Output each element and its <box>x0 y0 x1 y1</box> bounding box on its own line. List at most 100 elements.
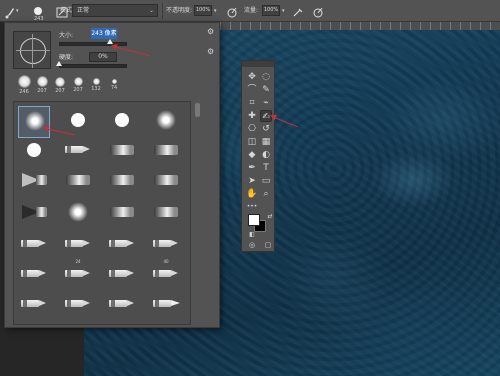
brush-preset[interactable] <box>106 230 138 262</box>
lasso-tool-icon[interactable]: ⌒ <box>246 84 258 96</box>
brush-tip-icon <box>36 76 48 87</box>
dodge-tool-icon[interactable]: ◐ <box>260 149 272 161</box>
brush-preset[interactable] <box>150 290 182 322</box>
eraser-tool-icon[interactable]: ◫ <box>246 136 258 148</box>
flow-input[interactable]: 100% <box>262 5 280 16</box>
history-brush-tool-icon[interactable]: ↺ <box>260 123 272 135</box>
brush-tool-icon[interactable] <box>4 4 16 19</box>
bristle-brush-icon <box>154 175 178 185</box>
pencil-brush-icon <box>109 270 135 277</box>
pencil-brush-icon <box>109 240 135 247</box>
brush-preset[interactable] <box>18 230 50 262</box>
brush-preset[interactable] <box>62 198 94 230</box>
crosshair-h <box>16 50 50 51</box>
settings-gear-icon[interactable]: ⚙ <box>207 27 214 36</box>
brush-preset[interactable] <box>18 166 50 198</box>
chevron-down-icon[interactable]: ▾ <box>282 0 285 22</box>
airbrush-icon[interactable] <box>292 4 304 17</box>
brush-preset[interactable] <box>18 136 50 168</box>
size-input[interactable]: 243 像素 <box>91 28 117 39</box>
brush-preset[interactable] <box>150 106 182 138</box>
quick-select-tool-icon[interactable]: ✎ <box>260 84 272 96</box>
zoom-tool-icon[interactable]: ⌕ <box>260 188 272 200</box>
brush-preset[interactable] <box>62 136 94 168</box>
pencil-tip <box>39 240 46 246</box>
shape-tool-icon[interactable]: ▭ <box>260 175 272 187</box>
blur-tool-icon[interactable]: ◆ <box>246 149 258 161</box>
brush-tip-icon <box>73 77 83 86</box>
tools-panel: ⇄ ◧ ◎ ▢ ✥ ◌ ⌒ ✎ ⌗ ⌁ ✚ ✍ ⎔ ↺ ◫ ▦ ◆ ◐ ✒ T ➤ ▭ ✋ ⌕ ••• <box>241 60 275 252</box>
brush-angle-preview[interactable] <box>13 31 51 69</box>
scrollbar-thumb[interactable] <box>195 103 200 117</box>
brush-preset[interactable] <box>150 166 182 198</box>
pencil-tip <box>83 240 90 246</box>
hand-tool-icon[interactable]: ✋ <box>246 188 258 200</box>
opacity-label: 不透明度: <box>166 7 193 14</box>
brush-preset[interactable] <box>150 198 182 230</box>
brush-preset[interactable] <box>18 290 50 322</box>
more-tools-icon[interactable]: ••• <box>246 201 258 213</box>
brush-preset[interactable] <box>106 260 138 292</box>
brush-preset[interactable] <box>18 106 50 138</box>
chevron-down-icon[interactable]: ▾ <box>16 0 19 22</box>
pencil-band <box>23 300 27 307</box>
bristle-brush-icon <box>110 175 134 185</box>
stamp-tool-icon[interactable]: ⎔ <box>246 123 258 135</box>
pencil-brush-icon <box>153 270 179 277</box>
settings-gear-icon[interactable]: ⚙ <box>207 47 214 56</box>
marquee-tool-icon[interactable]: ◌ <box>260 71 272 83</box>
pencil-brush-icon <box>21 300 47 307</box>
type-tool-icon[interactable]: T <box>260 162 272 174</box>
options-bar: ▾ 243 模式: 正常 ⌄ 不透明度: 100% ▾ 流量: 100% ▾ <box>0 0 500 22</box>
foreground-color-swatch[interactable] <box>248 214 260 226</box>
opacity-input[interactable]: 100% <box>194 5 212 16</box>
hardness-slider[interactable] <box>59 64 127 68</box>
hardness-slider-thumb[interactable] <box>56 61 62 66</box>
brush-preset[interactable]: 40 <box>150 230 182 264</box>
pressure-size-icon[interactable] <box>312 4 324 18</box>
hardness-input[interactable]: 0% <box>89 52 117 62</box>
pen-tool-icon[interactable]: ✒ <box>246 162 258 174</box>
brush-preset[interactable] <box>150 136 182 168</box>
eyedropper-tool-icon[interactable]: ⌁ <box>260 97 272 109</box>
pencil-brush-icon <box>153 240 179 247</box>
brush-preset[interactable] <box>18 260 50 292</box>
brush-preset[interactable] <box>18 198 50 230</box>
brush-preset[interactable] <box>106 106 138 138</box>
pencil-tip <box>127 300 134 306</box>
brush-preset[interactable] <box>106 166 138 198</box>
brush-preset-grid: 24 40 <box>13 101 191 325</box>
bristle-brush-icon <box>154 207 178 217</box>
soft-round-brush-icon <box>68 202 88 222</box>
quick-mask-icon[interactable]: ◎ <box>246 239 258 251</box>
pencil-brush-icon <box>65 270 91 277</box>
hard-round-brush-icon <box>115 113 129 127</box>
swap-colors-icon[interactable]: ⇄ <box>264 211 276 223</box>
mode-select[interactable]: 正常 ⌄ <box>72 4 158 17</box>
path-select-tool-icon[interactable]: ➤ <box>246 175 258 187</box>
pencil-band <box>23 270 27 277</box>
screen-mode-icon[interactable]: ▢ <box>262 239 274 251</box>
healing-tool-icon[interactable]: ✚ <box>246 110 258 122</box>
size-label: 大小: <box>59 32 74 39</box>
brush-preset[interactable]: 24 <box>62 230 94 264</box>
brush-preset[interactable] <box>106 290 138 322</box>
pencil-brush-icon <box>65 240 91 247</box>
pressure-opacity-icon[interactable] <box>226 4 238 18</box>
brush-preset[interactable] <box>62 166 94 198</box>
pencil-brush-icon <box>153 300 180 307</box>
brush-preset[interactable] <box>62 290 94 322</box>
pencil-band <box>23 240 27 247</box>
brush-preset[interactable] <box>62 260 94 292</box>
bristle-brush-icon <box>66 175 90 185</box>
chevron-down-icon[interactable]: ▾ <box>214 0 217 22</box>
crop-tool-icon[interactable]: ⌗ <box>246 97 258 109</box>
gradient-tool-icon[interactable]: ▦ <box>260 136 272 148</box>
brush-preset[interactable] <box>106 136 138 168</box>
crosshair-v <box>32 34 33 68</box>
move-tool-icon[interactable]: ✥ <box>246 71 258 83</box>
brush-preset[interactable] <box>106 198 138 230</box>
brush-preset[interactable] <box>150 260 182 292</box>
recent-brush[interactable]: 74 <box>103 75 125 91</box>
tools-panel-header[interactable] <box>242 61 274 67</box>
